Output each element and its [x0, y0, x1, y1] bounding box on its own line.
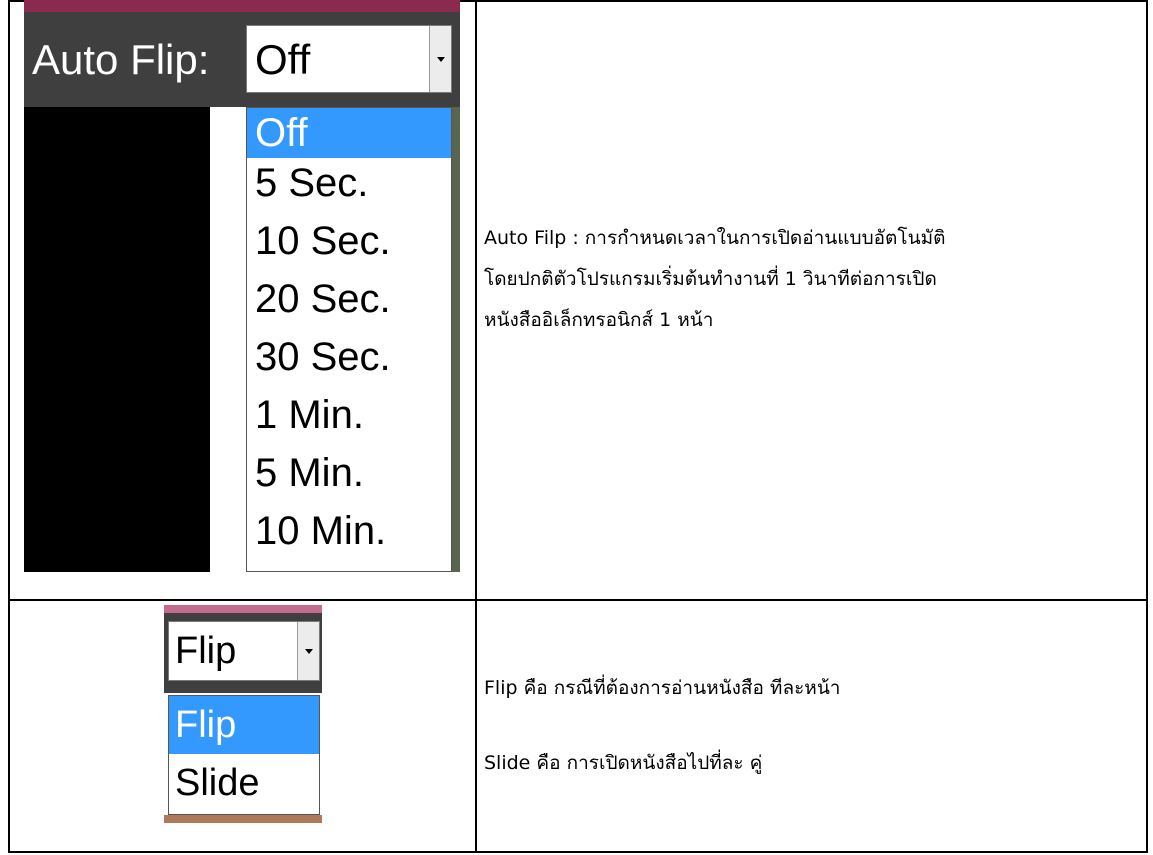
row-divider [10, 599, 1146, 601]
flip-description: Flip คือ กรณีที่ต้องการอ่านหนังสือ ทีละห… [484, 677, 841, 699]
option-10-sec[interactable]: 10 Sec. [247, 216, 451, 266]
description-line: Auto Filp : การกำหนดเวลาในการเปิดอ่านแบบ… [484, 227, 946, 249]
option-30-sec[interactable]: 30 Sec. [247, 332, 451, 382]
window-top-accent [24, 0, 460, 12]
chevron-down-icon [304, 648, 313, 654]
column-divider [475, 2, 477, 851]
auto-flip-options-list: Off 5 Sec. 10 Sec. 20 Sec. 30 Sec. 1 Min… [246, 107, 452, 572]
auto-flip-label: Auto Flip: [32, 36, 210, 83]
page-edge [210, 107, 246, 572]
description-line: โดยปกติตัวโปรแกรมเริ่มต้นทำงานที่ 1 วินา… [484, 268, 937, 290]
option-1-min[interactable]: 1 Min. [247, 390, 451, 440]
description-line: หนังสืออิเล็กทรอนิกส์ 1 หน้า [484, 309, 714, 331]
option-5-min[interactable]: 5 Min. [247, 448, 451, 498]
window-top-accent [164, 605, 322, 613]
option-off[interactable]: Off [247, 108, 451, 158]
page-background [164, 815, 322, 823]
flip-mode-options-list: Flip Slide [168, 695, 320, 815]
auto-flip-selected-value: Off [255, 36, 311, 83]
option-slide[interactable]: Slide [169, 754, 319, 812]
page-background [452, 107, 460, 572]
option-10-min[interactable]: 10 Min. [247, 506, 451, 556]
chevron-down-icon [436, 56, 445, 62]
slide-description: Slide คือ การเปิดหนังสือไปที่ละ คู่ [484, 752, 763, 774]
auto-flip-screenshot: Auto Flip: Off Off 5 Sec. 10 Sec. 20 Sec… [24, 0, 460, 572]
flip-mode-screenshot: Flip Flip Slide [164, 605, 322, 823]
auto-flip-description: Auto Filp : การกำหนดเวลาในการเปิดอ่านแบบ… [484, 218, 1134, 341]
flip-mode-selected-value: Flip [175, 630, 237, 672]
dropdown-button[interactable] [297, 622, 319, 680]
option-5-sec[interactable]: 5 Sec. [247, 158, 451, 208]
option-flip[interactable]: Flip [169, 696, 319, 754]
flip-mode-select[interactable]: Flip [168, 621, 320, 681]
dropdown-button[interactable] [429, 26, 451, 92]
auto-flip-select[interactable]: Off [246, 25, 452, 93]
option-20-sec[interactable]: 20 Sec. [247, 274, 451, 324]
